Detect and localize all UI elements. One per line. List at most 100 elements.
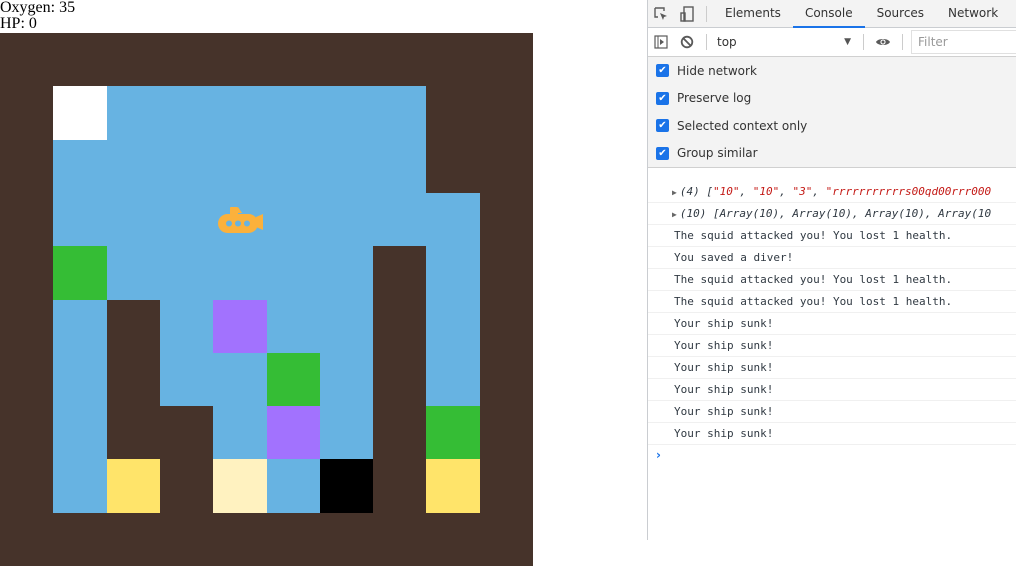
cell-rock	[106, 406, 161, 460]
cell-water	[319, 352, 374, 407]
cell-rock	[479, 406, 534, 460]
sidebar-toggle-icon[interactable]	[648, 29, 674, 55]
tab-sources[interactable]: Sources	[865, 0, 936, 27]
console-settings: ✔ Hide network ✔ Preserve log ✔ Selected cont…	[648, 57, 1016, 168]
setting-group-similar[interactable]: ✔ Group similar	[648, 140, 1016, 168]
cell-diver	[213, 459, 267, 514]
cell-rock	[0, 192, 54, 247]
console-message: The squid attacked you! You lost 1 healt…	[648, 291, 1016, 313]
cell-rock	[0, 352, 54, 407]
devtools-tabbar: Elements Console Sources Network	[648, 0, 1016, 28]
cell-rock	[53, 33, 108, 87]
setting-selected-context-only[interactable]: ✔ Selected context only	[648, 112, 1016, 140]
object-preview: (4) [	[679, 185, 713, 198]
console-message: Your ship sunk!	[648, 357, 1016, 379]
cell-water	[319, 406, 374, 460]
checkbox[interactable]: ✔	[656, 91, 669, 105]
console-toolbar: top ▼ Filter	[648, 28, 1016, 57]
console-message: Your ship sunk!	[648, 379, 1016, 401]
cell-rock	[0, 246, 54, 300]
cell-rock	[213, 512, 267, 566]
cell-rock	[479, 139, 534, 194]
cell-water	[159, 352, 214, 407]
console-message: Your ship sunk!	[648, 423, 1016, 445]
cell-rock	[373, 33, 427, 87]
cell-rock	[479, 299, 534, 354]
tab-elements[interactable]: Elements	[713, 0, 793, 27]
console-message: Your ship sunk!	[648, 335, 1016, 357]
cell-rock	[373, 512, 427, 566]
cell-rock	[106, 33, 161, 87]
cell-water	[373, 192, 427, 247]
cell-water	[53, 459, 108, 514]
console-object-entry[interactable]: ▶ (4) ["10", "10", "3", "rrrrrrrrrrrs00qd…	[648, 181, 1016, 203]
string-value: "rrrrrrrrrrrs00qd00rrr000	[825, 185, 992, 198]
cell-rock	[373, 352, 427, 407]
cell-rock	[159, 406, 214, 460]
inspect-element-icon[interactable]	[648, 1, 674, 27]
divider	[706, 5, 707, 22]
cell-water	[266, 299, 321, 354]
cell-water	[373, 139, 427, 194]
cell-surface	[53, 86, 108, 141]
setting-label: Preserve log	[677, 91, 752, 106]
context-selector[interactable]: top ▼	[713, 35, 857, 49]
cell-rock	[479, 192, 534, 247]
cell-treasure	[106, 459, 161, 514]
divider	[902, 34, 903, 50]
dropdown-arrow-icon: ▼	[844, 37, 851, 47]
divider	[863, 34, 864, 50]
checkbox[interactable]: ✔	[656, 64, 669, 78]
tab-network[interactable]: Network	[936, 0, 1010, 27]
live-expression-eye-icon[interactable]	[870, 29, 896, 55]
cell-rock	[373, 246, 427, 300]
setting-preserve-log[interactable]: ✔ Preserve log	[648, 85, 1016, 113]
cell-rock	[266, 33, 321, 87]
console-prompt[interactable]: ›	[648, 445, 1016, 465]
cell-squid	[213, 299, 267, 354]
cell-water	[159, 139, 214, 194]
cell-rock	[213, 33, 267, 87]
devtools-panel: Elements Console Sources Network top ▼ Filt…	[647, 0, 1016, 540]
string-value: "3"	[792, 185, 813, 198]
cell-seaweed	[53, 246, 108, 300]
console-message: The squid attacked you! You lost 1 healt…	[648, 225, 1016, 247]
cell-hole	[319, 459, 374, 514]
setting-label: Group similar	[677, 146, 758, 161]
console-object-entry[interactable]: ▶ (10) [Array(10), Array(10), Array(10), …	[648, 203, 1016, 225]
cell-squid	[266, 406, 321, 460]
device-toolbar-icon[interactable]	[674, 1, 700, 27]
expand-triangle-icon[interactable]: ▶	[672, 210, 677, 219]
cell-water	[106, 86, 161, 141]
checkbox[interactable]: ✔	[656, 119, 669, 133]
cell-water	[53, 299, 108, 354]
filter-input[interactable]: Filter	[911, 30, 1016, 54]
separator: ,	[779, 185, 793, 198]
cell-water	[159, 299, 214, 354]
setting-hide-network[interactable]: ✔ Hide network	[648, 57, 1016, 85]
expand-triangle-icon[interactable]: ▶	[672, 188, 677, 197]
cell-rock	[319, 33, 374, 87]
cell-rock	[0, 512, 54, 566]
cell-treasure	[426, 459, 481, 514]
setting-label: Hide network	[677, 63, 757, 78]
cell-water	[213, 86, 267, 141]
cell-water	[319, 246, 374, 300]
checkbox[interactable]: ✔	[656, 146, 669, 160]
cell-water	[426, 299, 481, 354]
cell-rock	[106, 299, 161, 354]
cell-water	[266, 246, 321, 300]
clear-console-icon[interactable]	[674, 29, 700, 55]
cell-seaweed	[426, 406, 481, 460]
cell-rock	[0, 33, 54, 87]
submarine-icon	[218, 205, 266, 240]
cell-water	[213, 246, 267, 300]
cell-rock	[373, 299, 427, 354]
cell-water	[319, 86, 374, 141]
cell-water	[426, 246, 481, 300]
cell-rock	[479, 459, 534, 514]
cell-water	[266, 139, 321, 194]
cell-water	[266, 192, 321, 247]
tab-console[interactable]: Console	[792, 0, 865, 28]
object-preview: (10) [Array(10), Array(10), Array(10), A…	[679, 207, 992, 220]
